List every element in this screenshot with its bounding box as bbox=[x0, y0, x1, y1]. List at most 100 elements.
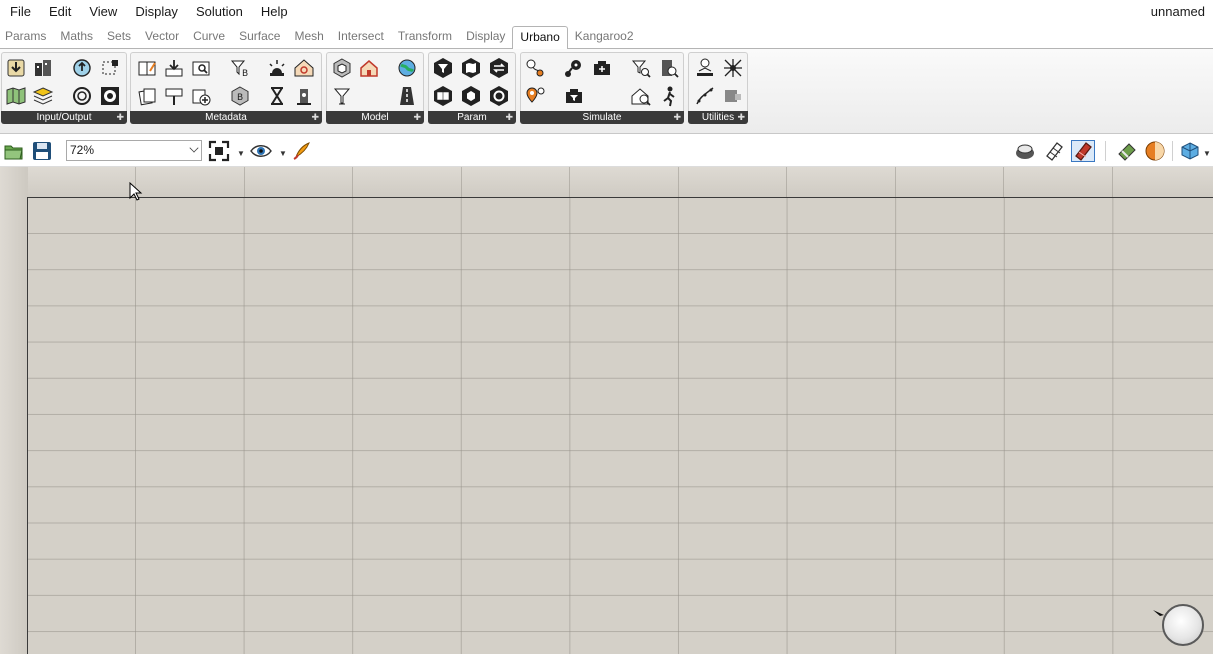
edit-book-icon[interactable] bbox=[136, 57, 158, 79]
presenter-icon[interactable] bbox=[694, 57, 716, 79]
zoom-select[interactable]: 72% bbox=[66, 140, 202, 161]
menu-help[interactable]: Help bbox=[252, 0, 297, 24]
tab-surface[interactable]: Surface bbox=[232, 24, 287, 48]
import-icon[interactable] bbox=[5, 57, 27, 79]
ribbon-group-simulate: Simulate ✚ bbox=[520, 52, 684, 124]
selected-preview-icon[interactable] bbox=[1071, 140, 1095, 162]
bake-icon[interactable] bbox=[1115, 140, 1139, 162]
ribbon-group-model: Model ✚ bbox=[326, 52, 424, 124]
tab-sets[interactable]: Sets bbox=[100, 24, 138, 48]
canvas-area[interactable] bbox=[0, 167, 1213, 654]
tab-maths[interactable]: Maths bbox=[53, 24, 100, 48]
node-network-icon[interactable] bbox=[563, 57, 585, 79]
caret-down-icon[interactable]: ▼ bbox=[1203, 149, 1211, 158]
house-icon[interactable] bbox=[358, 57, 380, 79]
expand-icon[interactable]: ✚ bbox=[116, 111, 124, 124]
layers-icon[interactable] bbox=[32, 85, 54, 107]
hex-cube-icon[interactable] bbox=[331, 57, 353, 79]
expand-icon[interactable]: ✚ bbox=[505, 111, 513, 124]
ribbon-group-metadata: B B Metadata ✚ bbox=[130, 52, 322, 124]
pedestrian-icon[interactable] bbox=[658, 85, 680, 107]
group-label-simulate: Simulate bbox=[582, 112, 622, 123]
wireframe-preview-icon[interactable] bbox=[1042, 140, 1066, 162]
tab-urbano[interactable]: Urbano bbox=[512, 26, 568, 49]
sketch-pen-icon[interactable] bbox=[290, 140, 314, 162]
filter-search-icon[interactable] bbox=[630, 57, 652, 79]
group-label-param: Param bbox=[457, 112, 487, 123]
add-book-icon[interactable] bbox=[190, 85, 212, 107]
navigation-compass[interactable] bbox=[1162, 604, 1204, 646]
beacon-icon[interactable] bbox=[266, 57, 288, 79]
zoom-value: 72% bbox=[70, 143, 95, 157]
component-tab-bar: Params Maths Sets Vector Curve Surface M… bbox=[0, 24, 1213, 49]
caret-down-icon[interactable]: ▼ bbox=[279, 149, 287, 158]
crop-icon[interactable] bbox=[99, 57, 121, 79]
tower-icon[interactable] bbox=[293, 85, 315, 107]
target-icon[interactable] bbox=[99, 85, 121, 107]
tab-params[interactable]: Params bbox=[0, 24, 53, 48]
signpost-icon[interactable] bbox=[163, 85, 185, 107]
param-cycle-icon[interactable] bbox=[488, 57, 510, 79]
preview-eye-icon[interactable] bbox=[249, 140, 273, 162]
tab-display[interactable]: Display bbox=[459, 24, 512, 48]
grasshopper-canvas[interactable] bbox=[27, 197, 1213, 654]
house-search-icon[interactable] bbox=[293, 57, 315, 79]
tab-intersect[interactable]: Intersect bbox=[331, 24, 391, 48]
menu-file[interactable]: File bbox=[0, 0, 40, 24]
render-shape-icon[interactable] bbox=[1178, 140, 1202, 162]
hourglass-icon[interactable] bbox=[266, 85, 288, 107]
expand-icon[interactable]: ✚ bbox=[737, 111, 745, 124]
svg-text:B: B bbox=[237, 93, 243, 103]
save-icon[interactable] bbox=[30, 140, 54, 162]
house-search-icon[interactable] bbox=[630, 85, 652, 107]
expand-icon[interactable]: ✚ bbox=[311, 111, 319, 124]
toolbar-separator bbox=[1105, 141, 1106, 161]
cards-icon[interactable] bbox=[136, 85, 158, 107]
param-hex-icon[interactable] bbox=[460, 85, 482, 107]
ring-icon[interactable] bbox=[71, 85, 93, 107]
menu-display[interactable]: Display bbox=[126, 0, 187, 24]
location-route-icon[interactable] bbox=[524, 85, 546, 107]
param-book-icon[interactable] bbox=[432, 85, 454, 107]
tab-mesh[interactable]: Mesh bbox=[287, 24, 330, 48]
group-label-model: Model bbox=[361, 112, 389, 123]
tab-curve[interactable]: Curve bbox=[186, 24, 232, 48]
mouse-cursor-icon bbox=[129, 182, 143, 201]
tab-kangaroo2[interactable]: Kangaroo2 bbox=[568, 24, 641, 48]
tab-vector[interactable]: Vector bbox=[138, 24, 186, 48]
param-ring-icon[interactable] bbox=[488, 85, 510, 107]
hex-b-icon[interactable]: B bbox=[229, 85, 251, 107]
menu-edit[interactable]: Edit bbox=[40, 0, 80, 24]
engine-filter-icon[interactable] bbox=[563, 85, 585, 107]
group-label-utilities: Utilities bbox=[701, 112, 735, 123]
map-icon[interactable] bbox=[5, 85, 27, 107]
expand-icon[interactable]: ✚ bbox=[413, 111, 421, 124]
ribbon-group-input-output: Input/Output ✚ bbox=[1, 52, 127, 124]
material-sphere-icon[interactable] bbox=[1143, 140, 1167, 162]
globe-icon[interactable] bbox=[396, 57, 418, 79]
engine-icon[interactable] bbox=[591, 57, 613, 79]
globe-upload-icon[interactable] bbox=[71, 57, 93, 79]
group-label-metadata: Metadata bbox=[205, 112, 247, 123]
building-search-icon[interactable] bbox=[658, 57, 680, 79]
curve-points-icon[interactable] bbox=[694, 85, 716, 107]
menu-view[interactable]: View bbox=[80, 0, 126, 24]
book-download-icon[interactable] bbox=[163, 57, 185, 79]
param-map-icon[interactable] bbox=[460, 57, 482, 79]
buildings-icon[interactable] bbox=[32, 57, 54, 79]
shaded-preview-icon[interactable] bbox=[1013, 140, 1037, 162]
param-filter-icon[interactable] bbox=[432, 57, 454, 79]
route-icon[interactable] bbox=[524, 57, 546, 79]
expand-icon[interactable]: ✚ bbox=[673, 111, 681, 124]
open-file-icon[interactable] bbox=[2, 140, 26, 162]
road-icon[interactable] bbox=[396, 85, 418, 107]
book-search-icon[interactable] bbox=[190, 57, 212, 79]
caret-down-icon[interactable]: ▼ bbox=[237, 149, 245, 158]
network-icon[interactable] bbox=[722, 57, 744, 79]
zoom-extents-icon[interactable] bbox=[207, 140, 231, 162]
glass-filter-icon[interactable] bbox=[331, 85, 353, 107]
puzzle-icon[interactable] bbox=[722, 85, 744, 107]
tab-transform[interactable]: Transform bbox=[391, 24, 459, 48]
filter-b-icon[interactable]: B bbox=[229, 57, 251, 79]
menu-solution[interactable]: Solution bbox=[187, 0, 252, 24]
